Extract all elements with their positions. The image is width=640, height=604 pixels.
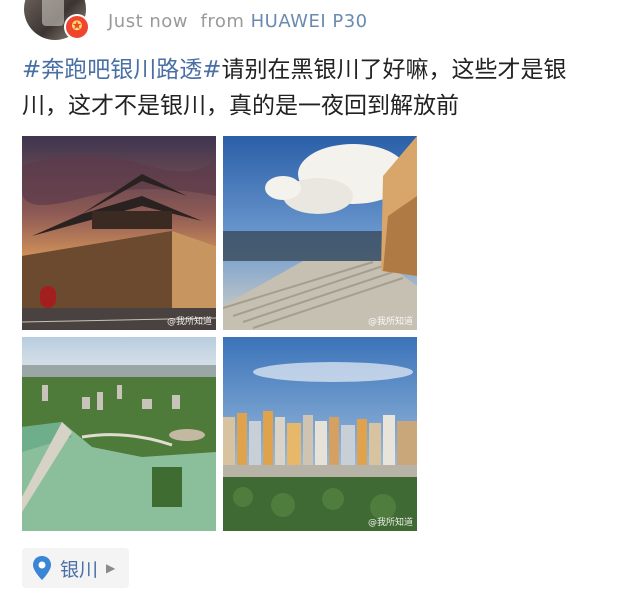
- hashtag-link[interactable]: #奔跑吧银川路透#: [22, 57, 222, 83]
- chevron-right-icon: ▶: [106, 561, 116, 575]
- watermark: @我所知道: [367, 518, 413, 528]
- post-time: Just now: [108, 11, 189, 32]
- post-body-line1: 请别在黑银川了好嘛，这些才是银: [221, 57, 567, 83]
- photo-2[interactable]: @我所知道: [223, 136, 417, 330]
- location-pin-icon: [33, 556, 51, 580]
- photo-1[interactable]: @我所知道: [22, 136, 216, 330]
- watermark: @我所知道: [166, 317, 212, 327]
- location-tag[interactable]: 银川 ▶: [22, 548, 130, 588]
- verified-badge-icon: ✪: [64, 14, 90, 40]
- post-device[interactable]: HUAWEI P30: [251, 11, 368, 32]
- post-text: #奔跑吧银川路透#请别在黑银川了好嘛，这些才是银川，这才不是银川，真的是一夜回到…: [22, 52, 618, 124]
- watermark: @我所知道: [367, 317, 413, 327]
- image-grid: @我所知道 @我所知道 @我所知道: [22, 136, 418, 532]
- location-label: 银川: [60, 558, 99, 581]
- post-meta: Just now from HUAWEI P30: [108, 11, 368, 32]
- post-source-prefix: from: [200, 11, 245, 32]
- photo-4[interactable]: @我所知道: [223, 337, 417, 531]
- post-body-line2: 川，这才不是银川，真的是一夜回到解放前: [22, 93, 459, 119]
- photo-3[interactable]: [22, 337, 216, 531]
